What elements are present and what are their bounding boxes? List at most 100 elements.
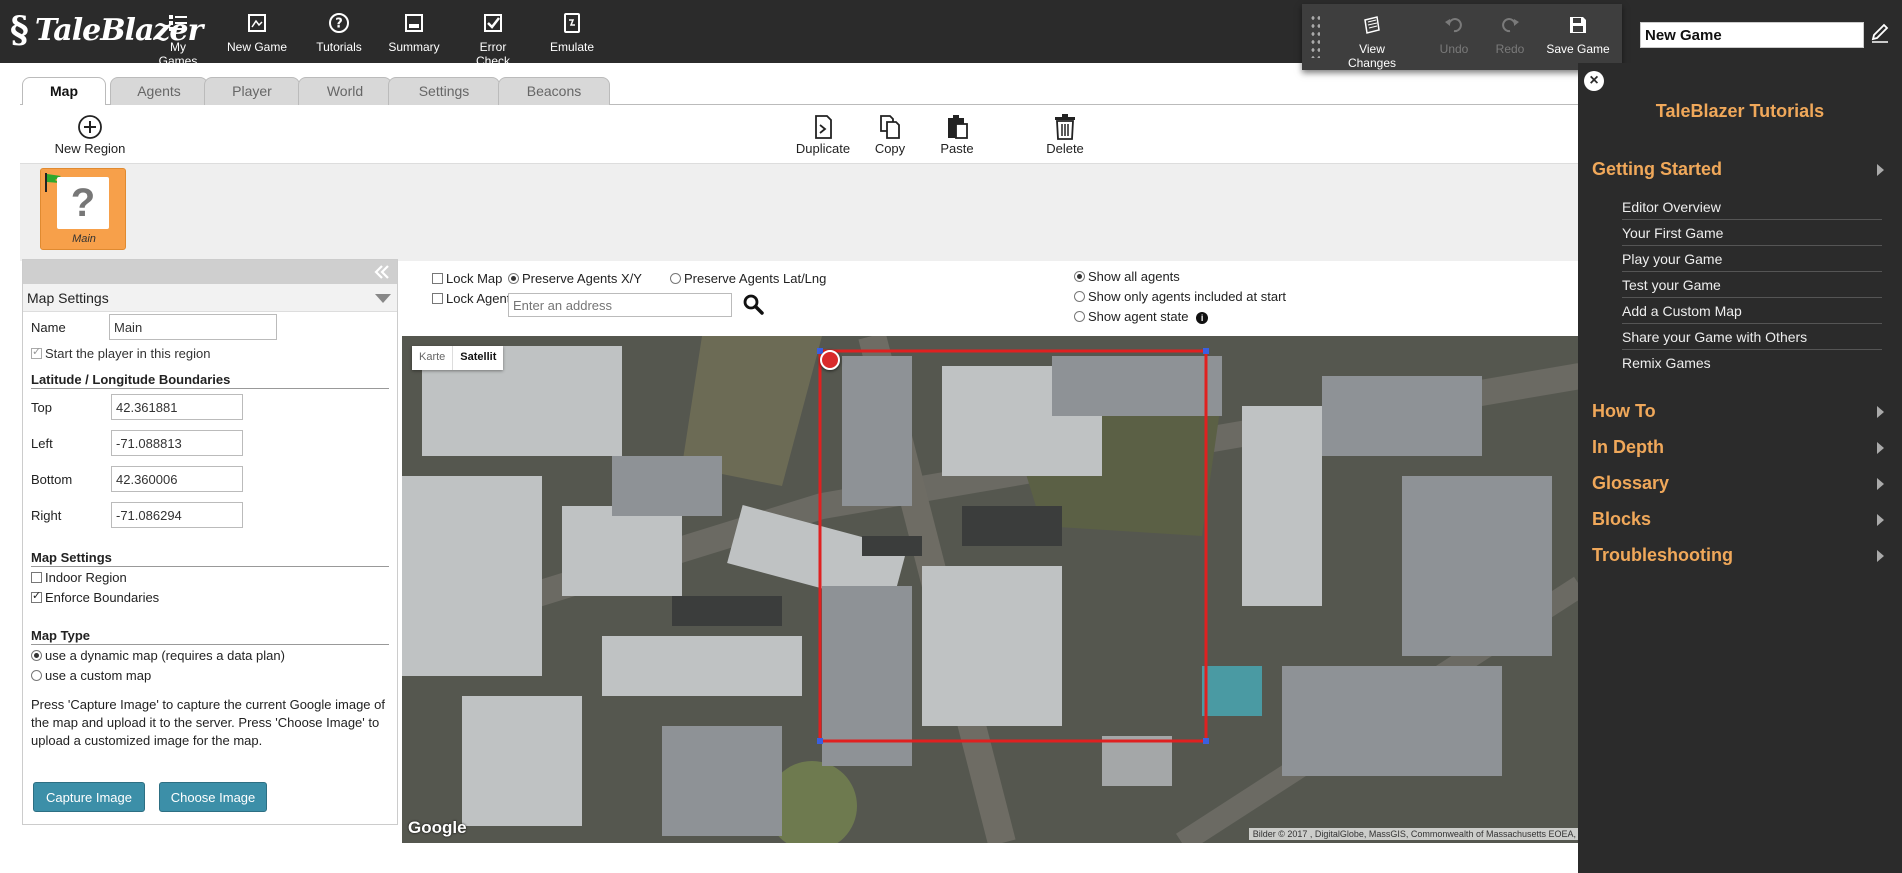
tab-player[interactable]: Player	[204, 77, 300, 105]
pencil-icon[interactable]	[1870, 22, 1890, 44]
lock-map-checkbox[interactable]	[432, 273, 443, 284]
lock-agents-row[interactable]: Lock Agents	[432, 291, 517, 306]
my-games-button[interactable]: My Games	[150, 12, 206, 68]
new-region-button[interactable]: New Region	[52, 113, 128, 156]
map-settings-header[interactable]: Map Settings	[23, 284, 397, 312]
show-state-radio[interactable]	[1074, 311, 1085, 322]
delete-button[interactable]: Delete	[1042, 113, 1088, 156]
dynamic-map-radio[interactable]	[31, 650, 42, 661]
map-settings-title: Map Settings	[27, 290, 109, 306]
tutorial-category-blocks[interactable]: Blocks	[1592, 509, 1892, 530]
choose-image-button[interactable]: Choose Image	[159, 782, 267, 812]
show-start-row[interactable]: Show only agents included at start	[1074, 289, 1286, 304]
indoor-row[interactable]: Indoor Region	[31, 570, 127, 585]
duplicate-button[interactable]: Duplicate	[792, 113, 854, 156]
tab-map[interactable]: Map	[22, 77, 106, 106]
image-buttons: Capture Image Choose Image	[31, 782, 391, 814]
bottom-lat-input[interactable]	[111, 466, 243, 492]
tab-world[interactable]: World	[298, 77, 392, 105]
tab-beacons[interactable]: Beacons	[498, 77, 610, 105]
duplicate-label: Duplicate	[795, 141, 851, 156]
close-icon[interactable]: ×	[1584, 71, 1604, 91]
map-attribution: Bilder © 2017 , DigitalGlobe, MassGIS, C…	[1248, 828, 1580, 840]
show-all-row[interactable]: Show all agents	[1074, 269, 1180, 284]
search-icon[interactable]	[742, 293, 764, 318]
history-toolbar: View Changes Undo Redo Save Game	[1302, 4, 1622, 70]
tutorial-category-how-to[interactable]: How To	[1592, 401, 1892, 422]
region-marker-icon[interactable]	[820, 350, 840, 370]
tutorial-item-share-game[interactable]: Share your Game with Others	[1622, 329, 1882, 350]
start-player-checkbox[interactable]	[31, 345, 42, 359]
map-type-karte[interactable]: Karte	[412, 346, 452, 370]
tutorial-item-custom-map[interactable]: Add a Custom Map	[1622, 303, 1882, 324]
lock-agents-checkbox[interactable]	[432, 293, 443, 304]
save-game-button[interactable]: Save Game	[1546, 14, 1610, 56]
view-changes-icon	[1336, 14, 1408, 38]
preserve-latlng-row[interactable]: Preserve Agents Lat/Lng	[670, 271, 826, 286]
redo-button[interactable]: Redo	[1492, 14, 1528, 56]
error-check-button[interactable]: Error Check	[462, 12, 524, 68]
tutorials-title: TaleBlazer Tutorials	[1655, 101, 1825, 121]
map-type-satellit[interactable]: Satellit	[452, 346, 503, 370]
tutorial-item-play-game[interactable]: Play your Game	[1622, 251, 1882, 272]
paste-button[interactable]: Paste	[936, 113, 978, 156]
left-lng-input[interactable]	[111, 430, 243, 456]
custom-map-radio[interactable]	[31, 670, 42, 681]
right-lng-input[interactable]	[111, 502, 243, 528]
tutorial-item-editor-overview[interactable]: Editor Overview	[1622, 199, 1882, 220]
tutorial-category-glossary[interactable]: Glossary	[1592, 473, 1892, 494]
tutorial-item-first-game[interactable]: Your First Game	[1622, 225, 1882, 246]
tutorial-category-in-depth[interactable]: In Depth	[1592, 437, 1892, 458]
tab-bar: Map Agents Player World Settings Beacons	[20, 71, 1580, 106]
map-settings-section: Map Settings	[23, 550, 397, 567]
region-item-main[interactable]: ? Main	[40, 168, 126, 250]
tutorial-category-troubleshooting[interactable]: Troubleshooting	[1592, 545, 1892, 566]
collapse-left-icon[interactable]	[373, 264, 391, 283]
show-start-label: Show only agents included at start	[1088, 289, 1287, 304]
undo-button[interactable]: Undo	[1436, 14, 1472, 56]
category-label: Getting Started	[1592, 159, 1723, 179]
preserve-xy-row[interactable]: Preserve Agents X/Y	[508, 271, 642, 286]
region-toolbar: New Region Duplicate Copy Paste Delete	[20, 105, 1580, 167]
enforce-row[interactable]: Enforce Boundaries	[31, 589, 160, 605]
new-game-button[interactable]: New Game	[226, 12, 288, 56]
region-name-input[interactable]	[109, 314, 277, 340]
preserve-latlng-radio[interactable]	[670, 273, 681, 284]
custom-map-row[interactable]: use a custom map	[31, 668, 151, 683]
enforce-checkbox[interactable]	[31, 589, 42, 603]
show-start-radio[interactable]	[1074, 291, 1085, 302]
tutorial-item-remix-games[interactable]: Remix Games	[1622, 355, 1882, 375]
tab-settings[interactable]: Settings	[388, 77, 500, 105]
address-input[interactable]	[508, 293, 732, 317]
plus-circle-icon	[52, 113, 128, 141]
info-icon[interactable]: i	[1196, 312, 1209, 324]
tab-agents[interactable]: Agents	[110, 77, 208, 105]
enforce-label: Enforce Boundaries	[45, 590, 160, 605]
indoor-checkbox[interactable]	[31, 572, 42, 583]
dynamic-map-row[interactable]: use a dynamic map (requires a data plan)	[31, 648, 285, 663]
lock-map-row[interactable]: Lock Map	[432, 271, 502, 286]
svg-text:?: ?	[335, 17, 343, 32]
show-all-radio[interactable]	[1074, 271, 1085, 282]
category-label: Troubleshooting	[1592, 545, 1733, 565]
emulate-icon	[548, 12, 596, 36]
copy-button[interactable]: Copy	[870, 113, 910, 156]
game-name-wrapper	[1640, 22, 1864, 48]
view-changes-button[interactable]: View Changes	[1336, 14, 1408, 70]
new-region-label: New Region	[54, 141, 126, 156]
show-state-row[interactable]: Show agent state i	[1074, 309, 1209, 324]
top-lat-input[interactable]	[111, 394, 243, 420]
lock-map-label: Lock Map	[446, 271, 503, 286]
drag-handle[interactable]	[1310, 14, 1320, 58]
game-name-input[interactable]	[1640, 22, 1864, 48]
map-canvas[interactable]: Karte Satellit Google Bilder © 2017 , Di…	[402, 336, 1580, 843]
preserve-xy-radio[interactable]	[508, 273, 519, 284]
tutorial-item-test-game[interactable]: Test your Game	[1622, 277, 1882, 298]
tutorials-button[interactable]: ? Tutorials	[313, 12, 365, 56]
summary-button[interactable]: Summary	[388, 12, 440, 56]
capture-image-button[interactable]: Capture Image	[33, 782, 145, 812]
tutorial-category-getting-started[interactable]: Getting Started	[1592, 159, 1892, 180]
start-player-row[interactable]: Start the player in this region	[31, 345, 210, 361]
category-label: Glossary	[1592, 473, 1670, 493]
emulate-button[interactable]: Emulate	[548, 12, 596, 56]
